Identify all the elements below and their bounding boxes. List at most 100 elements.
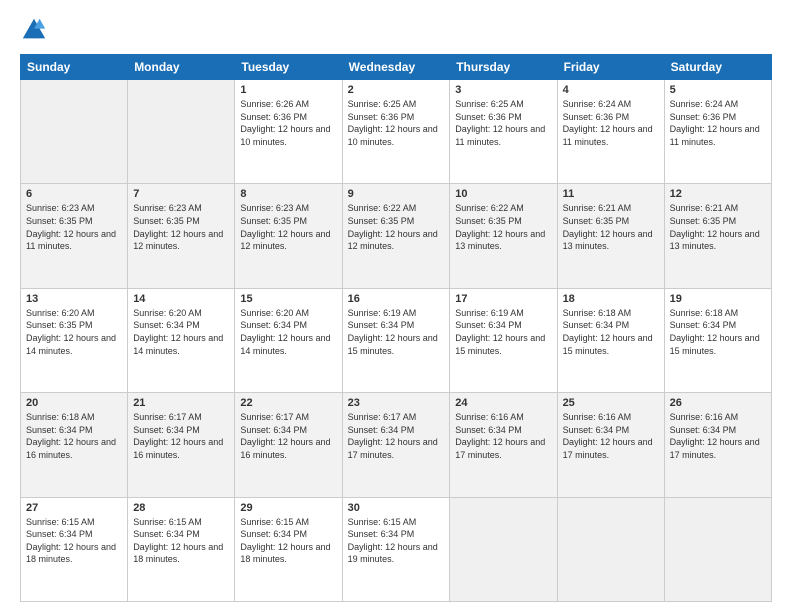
day-info: Sunrise: 6:21 AM Sunset: 6:35 PM Dayligh… bbox=[563, 202, 659, 252]
day-info: Sunrise: 6:17 AM Sunset: 6:34 PM Dayligh… bbox=[348, 411, 445, 461]
calendar-cell: 27Sunrise: 6:15 AM Sunset: 6:34 PM Dayli… bbox=[21, 497, 128, 601]
day-info: Sunrise: 6:25 AM Sunset: 6:36 PM Dayligh… bbox=[348, 98, 445, 148]
calendar-cell: 6 Sunrise: 6:23 AM Sunset: 6:35 PM Daylig… bbox=[21, 184, 128, 288]
calendar-cell: 2Sunrise: 6:25 AM Sunset: 6:36 PM Daylig… bbox=[342, 80, 450, 184]
calendar-cell bbox=[450, 497, 557, 601]
day-info: Sunrise: 6:20 AM Sunset: 6:35 PM Dayligh… bbox=[26, 307, 122, 357]
day-number: 23 bbox=[348, 397, 445, 409]
day-header-sunday: Sunday bbox=[21, 55, 128, 80]
calendar-cell: 11 Sunrise: 6:21 AM Sunset: 6:35 PM Dayli… bbox=[557, 184, 664, 288]
day-info: Sunrise: 6:18 AM Sunset: 6:34 PM Dayligh… bbox=[26, 411, 122, 461]
day-header-friday: Friday bbox=[557, 55, 664, 80]
day-number: 18 bbox=[563, 293, 659, 305]
calendar-cell: 8 Sunrise: 6:23 AM Sunset: 6:35 PM Daylig… bbox=[235, 184, 342, 288]
calendar-cell: 26 Sunrise: 6:16 AM Sunset: 6:34 PM Dayli… bbox=[664, 393, 771, 497]
day-number: 11 bbox=[563, 188, 659, 200]
day-number: 29 bbox=[240, 502, 336, 514]
calendar-cell: 4Sunrise: 6:24 AM Sunset: 6:36 PM Daylig… bbox=[557, 80, 664, 184]
day-number: 16 bbox=[348, 293, 445, 305]
day-info: Sunrise: 6:23 AM Sunset: 6:35 PM Dayligh… bbox=[26, 202, 122, 252]
day-number: 13 bbox=[26, 293, 122, 305]
calendar-cell: 18 Sunrise: 6:18 AM Sunset: 6:34 PM Dayli… bbox=[557, 288, 664, 392]
day-number: 20 bbox=[26, 397, 122, 409]
day-number: 30 bbox=[348, 502, 445, 514]
day-info: Sunrise: 6:25 AM Sunset: 6:36 PM Dayligh… bbox=[455, 98, 551, 148]
day-info: Sunrise: 6:15 AM Sunset: 6:34 PM Dayligh… bbox=[348, 516, 445, 566]
day-info: Sunrise: 6:23 AM Sunset: 6:35 PM Dayligh… bbox=[240, 202, 336, 252]
calendar-cell: 14Sunrise: 6:20 AM Sunset: 6:34 PM Dayli… bbox=[128, 288, 235, 392]
day-number: 17 bbox=[455, 293, 551, 305]
day-info: Sunrise: 6:18 AM Sunset: 6:34 PM Dayligh… bbox=[563, 307, 659, 357]
logo bbox=[20, 16, 52, 44]
calendar-cell: 24Sunrise: 6:16 AM Sunset: 6:34 PM Dayli… bbox=[450, 393, 557, 497]
day-number: 15 bbox=[240, 293, 336, 305]
calendar-cell: 3 Sunrise: 6:25 AM Sunset: 6:36 PM Daylig… bbox=[450, 80, 557, 184]
day-info: Sunrise: 6:26 AM Sunset: 6:36 PM Dayligh… bbox=[240, 98, 336, 148]
day-number: 12 bbox=[670, 188, 766, 200]
day-info: Sunrise: 6:23 AM Sunset: 6:35 PM Dayligh… bbox=[133, 202, 229, 252]
day-info: Sunrise: 6:20 AM Sunset: 6:34 PM Dayligh… bbox=[240, 307, 336, 357]
day-number: 27 bbox=[26, 502, 122, 514]
day-info: Sunrise: 6:16 AM Sunset: 6:34 PM Dayligh… bbox=[563, 411, 659, 461]
calendar-table: SundayMondayTuesdayWednesdayThursdayFrid… bbox=[20, 54, 772, 602]
day-number: 25 bbox=[563, 397, 659, 409]
calendar-cell: 29 Sunrise: 6:15 AM Sunset: 6:34 PM Dayli… bbox=[235, 497, 342, 601]
day-info: Sunrise: 6:15 AM Sunset: 6:34 PM Dayligh… bbox=[240, 516, 336, 566]
day-number: 1 bbox=[240, 84, 336, 96]
calendar-cell: 30 Sunrise: 6:15 AM Sunset: 6:34 PM Dayli… bbox=[342, 497, 450, 601]
calendar-cell: 7 Sunrise: 6:23 AM Sunset: 6:35 PM Daylig… bbox=[128, 184, 235, 288]
day-info: Sunrise: 6:18 AM Sunset: 6:34 PM Dayligh… bbox=[670, 307, 766, 357]
day-info: Sunrise: 6:24 AM Sunset: 6:36 PM Dayligh… bbox=[563, 98, 659, 148]
day-info: Sunrise: 6:16 AM Sunset: 6:34 PM Dayligh… bbox=[670, 411, 766, 461]
day-header-thursday: Thursday bbox=[450, 55, 557, 80]
calendar-cell: 22Sunrise: 6:17 AM Sunset: 6:34 PM Dayli… bbox=[235, 393, 342, 497]
day-number: 7 bbox=[133, 188, 229, 200]
day-info: Sunrise: 6:22 AM Sunset: 6:35 PM Dayligh… bbox=[455, 202, 551, 252]
day-info: Sunrise: 6:15 AM Sunset: 6:34 PM Dayligh… bbox=[133, 516, 229, 566]
calendar-cell bbox=[664, 497, 771, 601]
day-header-monday: Monday bbox=[128, 55, 235, 80]
calendar-cell: 23 Sunrise: 6:17 AM Sunset: 6:34 PM Dayli… bbox=[342, 393, 450, 497]
day-number: 28 bbox=[133, 502, 229, 514]
calendar-cell: 9 Sunrise: 6:22 AM Sunset: 6:35 PM Daylig… bbox=[342, 184, 450, 288]
day-info: Sunrise: 6:22 AM Sunset: 6:35 PM Dayligh… bbox=[348, 202, 445, 252]
day-number: 5 bbox=[670, 84, 766, 96]
calendar-week-4: 20 Sunrise: 6:18 AM Sunset: 6:34 PM Dayli… bbox=[21, 393, 772, 497]
calendar-cell: 21 Sunrise: 6:17 AM Sunset: 6:34 PM Dayli… bbox=[128, 393, 235, 497]
calendar-cell: 15 Sunrise: 6:20 AM Sunset: 6:34 PM Dayli… bbox=[235, 288, 342, 392]
calendar-header-row: SundayMondayTuesdayWednesdayThursdayFrid… bbox=[21, 55, 772, 80]
day-number: 26 bbox=[670, 397, 766, 409]
calendar-cell: 20 Sunrise: 6:18 AM Sunset: 6:34 PM Dayli… bbox=[21, 393, 128, 497]
day-info: Sunrise: 6:19 AM Sunset: 6:34 PM Dayligh… bbox=[455, 307, 551, 357]
calendar-cell bbox=[128, 80, 235, 184]
calendar-cell bbox=[21, 80, 128, 184]
day-number: 3 bbox=[455, 84, 551, 96]
header bbox=[20, 16, 772, 44]
calendar-cell: 1 Sunrise: 6:26 AM Sunset: 6:36 PM Daylig… bbox=[235, 80, 342, 184]
page: SundayMondayTuesdayWednesdayThursdayFrid… bbox=[0, 0, 792, 612]
day-info: Sunrise: 6:17 AM Sunset: 6:34 PM Dayligh… bbox=[133, 411, 229, 461]
day-header-saturday: Saturday bbox=[664, 55, 771, 80]
day-number: 21 bbox=[133, 397, 229, 409]
day-number: 8 bbox=[240, 188, 336, 200]
day-number: 14 bbox=[133, 293, 229, 305]
day-info: Sunrise: 6:24 AM Sunset: 6:36 PM Dayligh… bbox=[670, 98, 766, 148]
day-number: 6 bbox=[26, 188, 122, 200]
calendar-week-5: 27 Sunrise: 6:15 AM Sunset: 6:34 PM Dayli… bbox=[21, 497, 772, 601]
calendar-cell: 19Sunrise: 6:18 AM Sunset: 6:34 PM Dayli… bbox=[664, 288, 771, 392]
day-header-tuesday: Tuesday bbox=[235, 55, 342, 80]
calendar-cell: 17 Sunrise: 6:19 AM Sunset: 6:34 PM Dayli… bbox=[450, 288, 557, 392]
calendar-cell: 5 Sunrise: 6:24 AM Sunset: 6:36 PM Daylig… bbox=[664, 80, 771, 184]
calendar-cell: 28 Sunrise: 6:15 AM Sunset: 6:34 PM Dayli… bbox=[128, 497, 235, 601]
calendar-cell bbox=[557, 497, 664, 601]
day-info: Sunrise: 6:19 AM Sunset: 6:34 PM Dayligh… bbox=[348, 307, 445, 357]
day-number: 10 bbox=[455, 188, 551, 200]
calendar-cell: 12Sunrise: 6:21 AM Sunset: 6:35 PM Dayli… bbox=[664, 184, 771, 288]
calendar-cell: 25 Sunrise: 6:16 AM Sunset: 6:34 PM Dayli… bbox=[557, 393, 664, 497]
calendar-week-3: 13 Sunrise: 6:20 AM Sunset: 6:35 PM Dayli… bbox=[21, 288, 772, 392]
calendar-week-1: 1 Sunrise: 6:26 AM Sunset: 6:36 PM Daylig… bbox=[21, 80, 772, 184]
calendar-cell: 16 Sunrise: 6:19 AM Sunset: 6:34 PM Dayli… bbox=[342, 288, 450, 392]
day-number: 22 bbox=[240, 397, 336, 409]
calendar-cell: 10 Sunrise: 6:22 AM Sunset: 6:35 PM Dayli… bbox=[450, 184, 557, 288]
day-number: 9 bbox=[348, 188, 445, 200]
